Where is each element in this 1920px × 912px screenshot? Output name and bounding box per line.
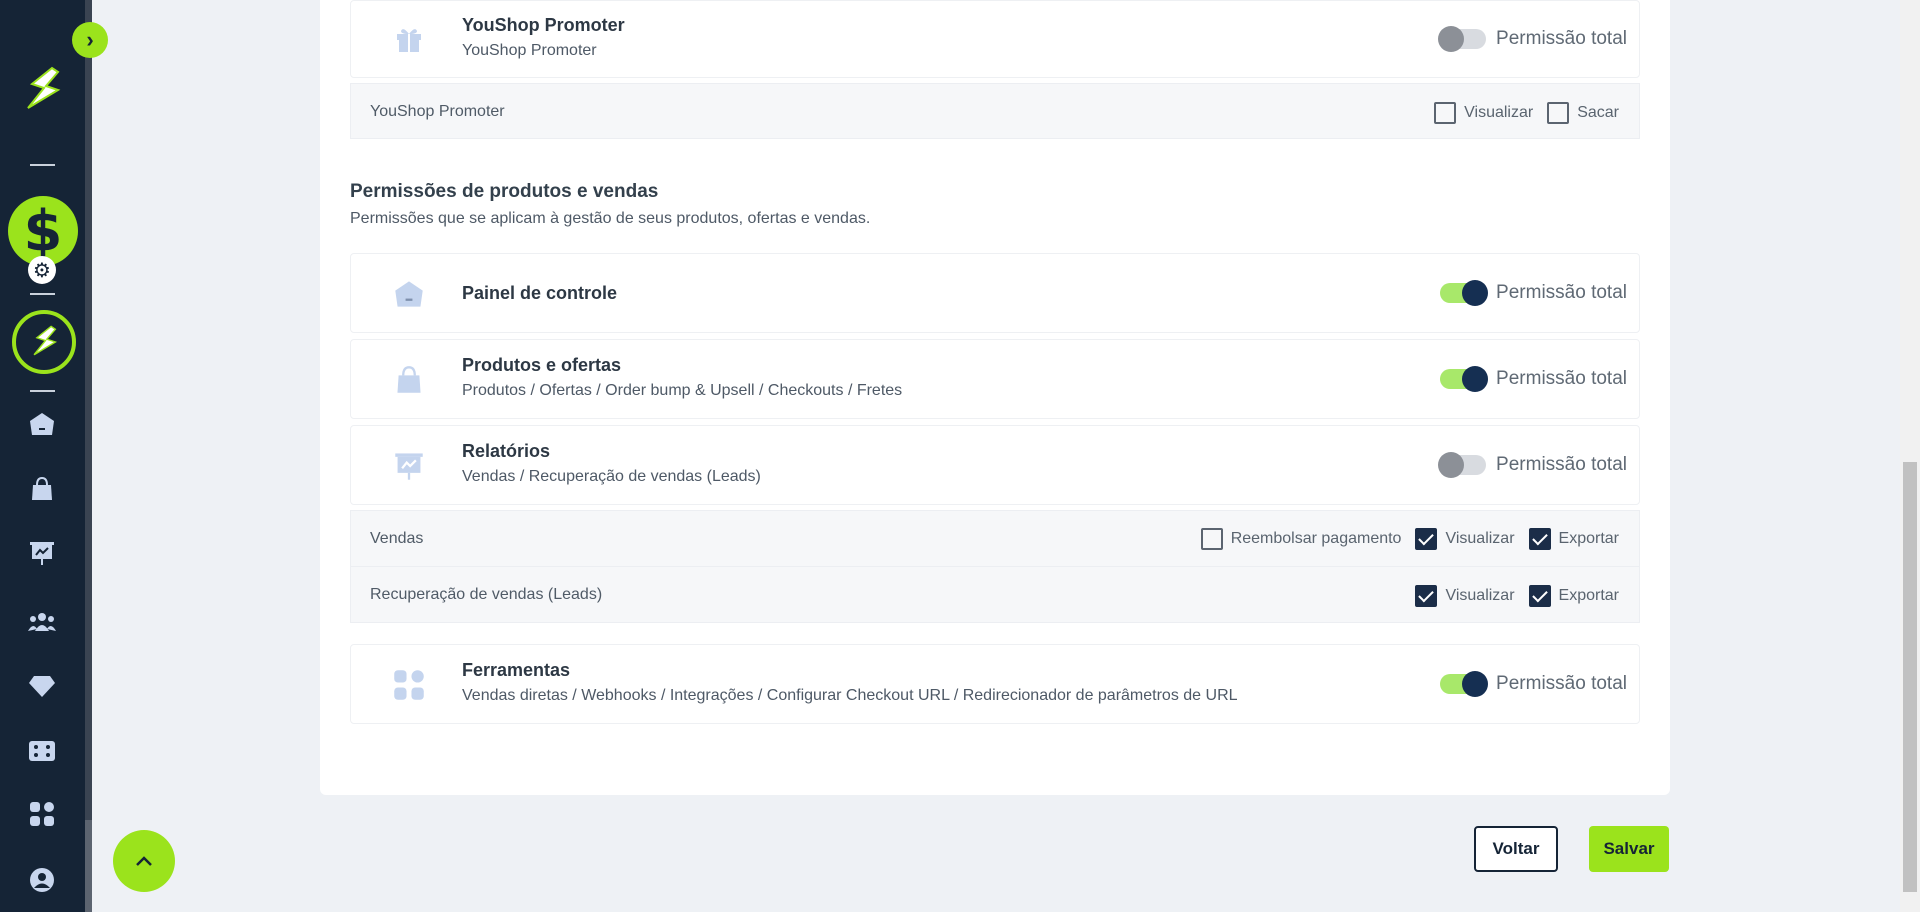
presentation-chart-icon[interactable]	[26, 537, 58, 569]
toggle-switch[interactable]	[1440, 671, 1489, 697]
brand-logo[interactable]	[18, 64, 66, 116]
toggle-switch[interactable]	[1440, 280, 1489, 306]
chevron-up-icon[interactable]	[113, 830, 175, 892]
toggle-label: Permissão total	[1496, 28, 1627, 49]
check-exportar[interactable]: Exportar	[1528, 528, 1619, 550]
full-permission-toggle[interactable]: Permissão total	[1440, 280, 1627, 306]
permission-title: Painel de controle	[462, 283, 618, 303]
home-icon	[391, 276, 427, 312]
section-description: Permissões que se aplicam à gestão de se…	[350, 210, 871, 227]
sub-permission-row-youshop: YouShop Promoter Visualizar Sacar	[350, 83, 1640, 139]
sub-permission-label: Recuperação de vendas (Leads)	[370, 586, 603, 603]
presentation-chart-icon	[391, 448, 427, 484]
permission-row-relatorios: Relatórios Vendas / Recuperação de venda…	[350, 425, 1640, 505]
section-title: Permissões de produtos e vendas	[350, 181, 659, 202]
chevron-right-icon[interactable]: ›	[72, 22, 108, 58]
toggle-switch[interactable]	[1438, 452, 1487, 478]
checkbox[interactable]	[1528, 528, 1551, 550]
sub-permission-row-leads: Recuperação de vendas (Leads) Visualizar…	[350, 566, 1640, 623]
home-icon[interactable]	[26, 408, 58, 440]
permission-title: Ferramentas	[462, 660, 571, 680]
toggle-label: Permissão total	[1496, 673, 1627, 694]
gear-icon[interactable]: ⚙	[28, 256, 56, 284]
permission-row-ferramentas: Ferramentas Vendas diretas / Webhooks / …	[350, 644, 1640, 724]
bag-icon[interactable]	[26, 473, 58, 505]
toggle-label: Permissão total	[1496, 454, 1627, 475]
permission-row-youshop: YouShop Promoter YouShop Promoter Permis…	[350, 0, 1640, 78]
users-icon[interactable]	[26, 606, 58, 638]
permission-subtitle: YouShop Promoter	[462, 42, 597, 59]
permission-subtitle: Vendas diretas / Webhooks / Integrações …	[462, 687, 1238, 704]
checkbox[interactable]	[1547, 102, 1570, 124]
full-permission-toggle[interactable]: Permissão total	[1440, 366, 1627, 392]
checkbox[interactable]	[1200, 528, 1223, 550]
checkbox[interactable]	[1415, 585, 1438, 607]
sidebar: $ ⚙	[0, 0, 85, 912]
permission-title: YouShop Promoter	[462, 15, 625, 35]
user-circle-icon[interactable]	[26, 864, 58, 896]
check-visualizar[interactable]: Visualizar	[1434, 102, 1533, 124]
check-visualizar[interactable]: Visualizar	[1415, 585, 1515, 607]
page-scrollbar[interactable]	[1900, 0, 1920, 912]
permission-row-produtos: Produtos e ofertas Produtos / Ofertas / …	[350, 339, 1640, 419]
permission-title: Produtos e ofertas	[462, 355, 622, 375]
checkbox[interactable]	[1528, 585, 1551, 607]
toggle-switch[interactable]	[1438, 26, 1487, 52]
toggle-switch[interactable]	[1440, 366, 1489, 392]
apps-grid-icon[interactable]	[26, 798, 58, 830]
full-permission-toggle[interactable]: Permissão total	[1440, 671, 1627, 697]
checkbox[interactable]	[1434, 102, 1457, 124]
sidebar-scrollbar[interactable]	[85, 0, 92, 912]
sub-permission-row-vendas: Vendas Reembolsar pagamento Visualizar E…	[350, 510, 1640, 567]
check-reembolsar[interactable]: Reembolsar pagamento	[1200, 528, 1401, 550]
toggle-label: Permissão total	[1496, 368, 1627, 389]
apps-grid-icon	[391, 667, 427, 703]
sidebar-divider	[30, 164, 55, 166]
permission-row-painel: Painel de controle Permissão total	[350, 253, 1640, 333]
bag-icon	[391, 362, 427, 398]
gift-icon	[391, 21, 427, 57]
permission-title: Relatórios	[462, 441, 551, 461]
checkbox[interactable]	[1415, 528, 1438, 550]
sidebar-divider	[30, 390, 55, 392]
sidebar-divider	[30, 293, 55, 295]
back-button[interactable]: Voltar	[1474, 826, 1558, 872]
save-button[interactable]: Salvar	[1589, 826, 1669, 872]
check-visualizar[interactable]: Visualizar	[1415, 528, 1515, 550]
diamond-icon[interactable]	[26, 670, 58, 702]
dice-icon[interactable]	[26, 735, 58, 767]
sub-permission-label: Vendas	[370, 530, 424, 547]
check-sacar[interactable]: Sacar	[1547, 102, 1619, 124]
check-exportar[interactable]: Exportar	[1528, 585, 1619, 607]
brand-avatar[interactable]	[12, 310, 76, 374]
permission-subtitle: Produtos / Ofertas / Order bump & Upsell…	[462, 382, 903, 399]
full-permission-toggle[interactable]: Permissão total	[1438, 452, 1627, 478]
full-permission-toggle[interactable]: Permissão total	[1438, 26, 1627, 52]
permission-subtitle: Vendas / Recuperação de vendas (Leads)	[462, 468, 761, 485]
sub-permission-label: YouShop Promoter	[370, 103, 505, 120]
toggle-label: Permissão total	[1496, 282, 1627, 303]
